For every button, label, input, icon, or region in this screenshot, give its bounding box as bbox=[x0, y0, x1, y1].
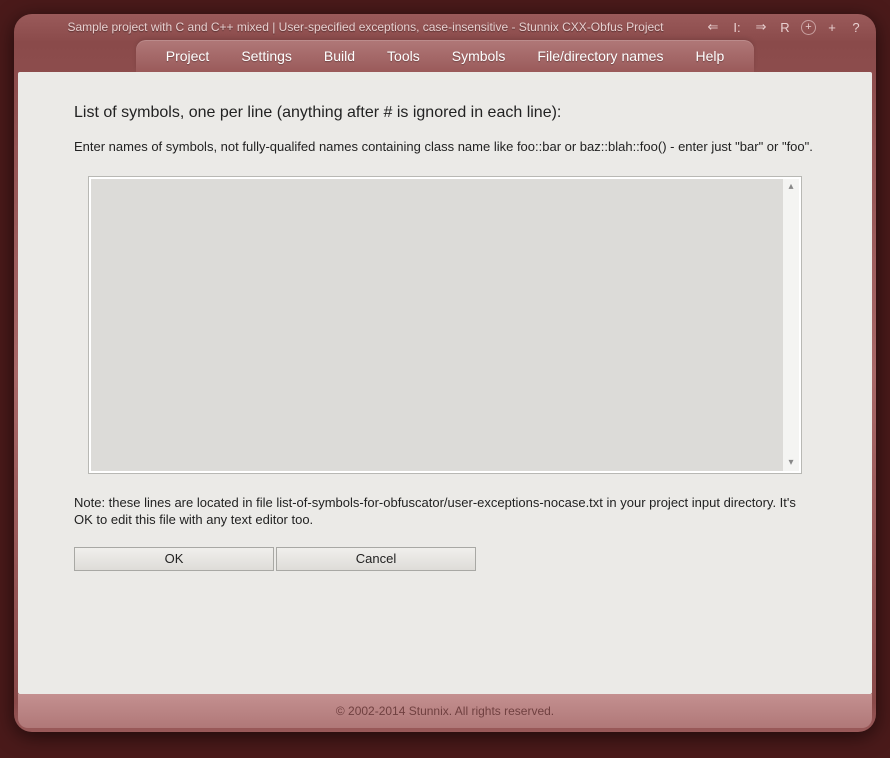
menu-symbols[interactable]: Symbols bbox=[450, 44, 508, 68]
menu-tools[interactable]: Tools bbox=[385, 44, 422, 68]
app-window: Sample project with C and C++ mixed | Us… bbox=[14, 14, 876, 732]
forward-icon[interactable]: ⇒ bbox=[753, 19, 769, 35]
menu-settings[interactable]: Settings bbox=[239, 44, 294, 68]
scroll-down-icon[interactable]: ▾ bbox=[783, 455, 799, 471]
instruction-text: Enter names of symbols, not fully-qualif… bbox=[74, 138, 816, 156]
menu-project[interactable]: Project bbox=[164, 44, 212, 68]
footer-text: © 2002-2014 Stunnix. All rights reserved… bbox=[336, 704, 554, 718]
menu-build[interactable]: Build bbox=[322, 44, 357, 68]
back-icon[interactable]: ⇐ bbox=[705, 19, 721, 35]
menu-file-directory-names[interactable]: File/directory names bbox=[535, 44, 665, 68]
title-toolbar: ⇐ I: ⇒ R + + ? bbox=[705, 19, 864, 35]
scroll-up-icon[interactable]: ▴ bbox=[783, 179, 799, 195]
help-icon[interactable]: ? bbox=[848, 19, 864, 35]
button-row: OK Cancel bbox=[74, 547, 816, 571]
note-text: Note: these lines are located in file li… bbox=[74, 494, 816, 529]
menu-help[interactable]: Help bbox=[693, 44, 726, 68]
reload-icon[interactable]: R bbox=[777, 19, 793, 35]
cancel-button[interactable]: Cancel bbox=[276, 547, 476, 571]
footer: © 2002-2014 Stunnix. All rights reserved… bbox=[18, 694, 872, 728]
add-icon[interactable]: + bbox=[824, 19, 840, 35]
stop-icon[interactable]: I: bbox=[729, 19, 745, 35]
menu-bar-wrap: Project Settings Build Tools Symbols Fil… bbox=[14, 40, 876, 72]
content-area: List of symbols, one per line (anything … bbox=[18, 72, 872, 694]
menu-bar: Project Settings Build Tools Symbols Fil… bbox=[136, 40, 755, 72]
symbols-textarea-wrap: ▴ ▾ bbox=[88, 176, 802, 474]
window-title: Sample project with C and C++ mixed | Us… bbox=[26, 20, 705, 34]
zoom-in-icon[interactable]: + bbox=[801, 20, 816, 35]
textarea-scrollbar[interactable]: ▴ ▾ bbox=[783, 179, 799, 471]
page-heading: List of symbols, one per line (anything … bbox=[74, 104, 816, 122]
symbols-textarea[interactable] bbox=[91, 179, 783, 471]
ok-button[interactable]: OK bbox=[74, 547, 274, 571]
title-bar: Sample project with C and C++ mixed | Us… bbox=[14, 14, 876, 40]
